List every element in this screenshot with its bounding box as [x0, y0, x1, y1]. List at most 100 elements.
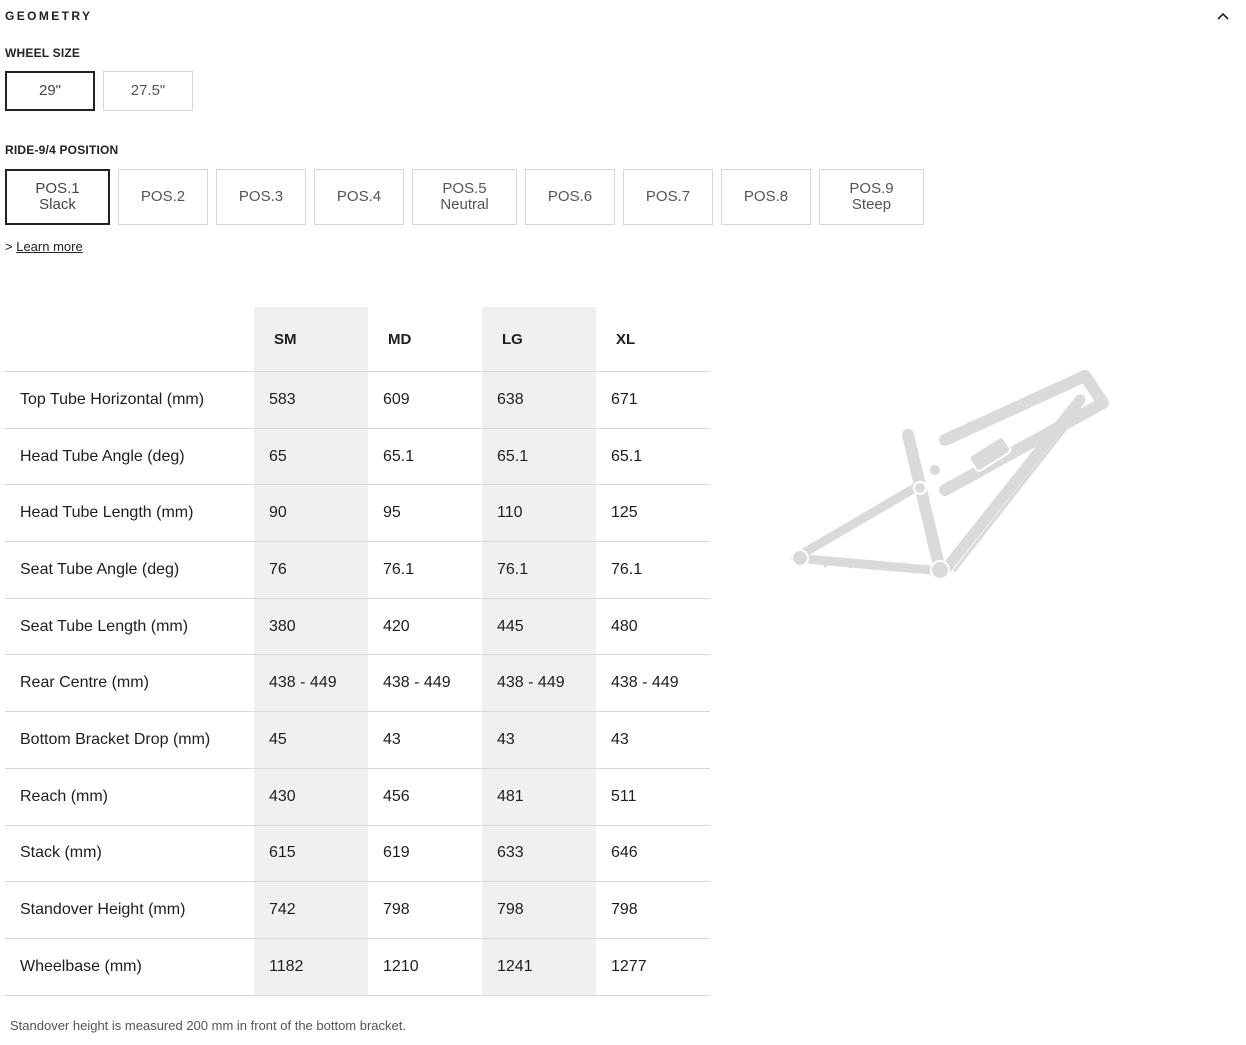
- pos-3-button[interactable]: POS.3: [216, 169, 306, 225]
- cell-sm: 65: [269, 447, 287, 465]
- position-label: RIDE-9/4 POSITION: [5, 143, 119, 157]
- cell-lg: 43: [497, 730, 515, 748]
- geometry-header[interactable]: GEOMETRY: [5, 8, 1231, 24]
- cell-md: 438 - 449: [383, 674, 451, 692]
- chevron-up-icon[interactable]: [1215, 8, 1231, 24]
- wheel-size-27-5-label: 27.5": [130, 82, 166, 99]
- cell-md: 76.1: [383, 560, 415, 578]
- row-label: Top Tube Horizontal (mm): [20, 390, 205, 408]
- cell-sm: 583: [269, 390, 296, 408]
- table-row: Wheelbase (mm) 1182 1210 1241 1277: [5, 939, 710, 996]
- bike-frame-illustration: [790, 370, 1109, 580]
- cell-lg: 110: [497, 504, 523, 522]
- row-label: Rear Centre (mm): [20, 674, 149, 692]
- pos-2-button[interactable]: POS.2: [118, 169, 208, 225]
- chevron-right-icon: >: [5, 239, 13, 254]
- cell-lg: 1241: [497, 957, 533, 975]
- section-title: GEOMETRY: [5, 9, 93, 23]
- pos-6-button[interactable]: POS.6: [525, 169, 615, 225]
- cell-xl: 438 - 449: [611, 674, 679, 692]
- cell-lg: 633: [497, 844, 524, 862]
- table-body: Top Tube Horizontal (mm) 583 609 638 671 Head…: [5, 372, 710, 996]
- pos-2-label: POS.2: [140, 188, 186, 205]
- table-row: Reach (mm) 430 456 481 511: [5, 769, 710, 826]
- table-header-row: SM MD LG XL: [5, 307, 710, 372]
- cell-lg: 481: [497, 787, 524, 805]
- cell-sm: 1182: [269, 957, 304, 975]
- wheel-size-options: 29" 27.5": [5, 71, 193, 111]
- cell-sm: 76: [269, 560, 287, 578]
- cell-md: 798: [383, 901, 410, 919]
- row-label: Reach (mm): [20, 787, 109, 805]
- table-row: Top Tube Horizontal (mm) 583 609 638 671: [5, 372, 710, 429]
- pos-1-label: POS.1: [35, 180, 80, 197]
- cell-xl: 125: [611, 504, 638, 522]
- wheel-size-27-5-button[interactable]: 27.5": [103, 71, 193, 111]
- learn-more-link[interactable]: Learn more: [16, 239, 82, 254]
- wheel-size-label: WHEEL SIZE: [5, 46, 81, 60]
- pos-3-label: POS.3: [238, 188, 284, 205]
- row-label: Head Tube Angle (deg): [20, 447, 185, 465]
- cell-md: 456: [383, 787, 410, 805]
- cell-sm: 430: [269, 787, 296, 805]
- table-row: Bottom Bracket Drop (mm) 45 43 43 43: [5, 712, 710, 769]
- pos-7-button[interactable]: POS.7: [623, 169, 713, 225]
- row-label: Stack (mm): [20, 844, 102, 862]
- table-row: Rear Centre (mm) 438 - 449 438 - 449 438 - …: [5, 655, 710, 713]
- cell-xl: 511: [611, 787, 637, 805]
- pos-5-sublabel: Neutral: [440, 196, 489, 213]
- row-label: Seat Tube Length (mm): [20, 617, 189, 635]
- cell-sm: 45: [269, 730, 287, 748]
- footnote: Standover height is measured 200 mm in f…: [10, 1018, 406, 1033]
- position-options: POS.1 Slack POS.2 POS.3 POS.4 POS.5 Neut…: [5, 169, 924, 225]
- cell-xl: 646: [611, 844, 638, 862]
- table-row: Head Tube Length (mm) 90 95 110 125: [5, 485, 710, 543]
- table-row: Standover Height (mm) 742 798 798 798: [5, 882, 710, 939]
- row-label: Bottom Bracket Drop (mm): [20, 730, 211, 748]
- pos-1-sublabel: Slack: [39, 196, 76, 213]
- wheel-size-29-button[interactable]: 29": [5, 71, 95, 111]
- cell-xl: 76.1: [611, 560, 643, 578]
- cell-lg: 638: [497, 390, 524, 408]
- cell-sm: 438 - 449: [269, 674, 337, 692]
- pos-5-label: POS.5: [442, 180, 487, 197]
- row-label: Wheelbase (mm): [20, 957, 142, 975]
- cell-sm: 615: [269, 844, 296, 862]
- row-label: Standover Height (mm): [20, 901, 186, 919]
- pos-8-label: POS.8: [743, 188, 789, 205]
- header-lg: LG: [502, 330, 523, 348]
- cell-xl: 480: [611, 617, 638, 635]
- pos-9-label: POS.9: [849, 180, 894, 197]
- row-label: Head Tube Length (mm): [20, 504, 194, 522]
- cell-xl: 671: [611, 390, 638, 408]
- pos-9-sublabel: Steep: [851, 196, 892, 213]
- cell-lg: 65.1: [497, 447, 529, 465]
- learn-more: > Learn more: [5, 239, 83, 254]
- pos-8-button[interactable]: POS.8: [721, 169, 811, 225]
- header-xl: XL: [616, 330, 636, 348]
- pos-7-label: POS.7: [645, 188, 691, 205]
- cell-md: 619: [383, 844, 410, 862]
- cell-sm: 380: [269, 617, 296, 635]
- cell-md: 43: [383, 730, 401, 748]
- pos-9-button[interactable]: POS.9 Steep: [819, 169, 924, 225]
- row-label: Seat Tube Angle (deg): [20, 560, 180, 578]
- cell-md: 609: [383, 390, 410, 408]
- wheel-size-29-label: 29": [38, 82, 61, 99]
- cell-lg: 76.1: [497, 560, 529, 578]
- cell-xl: 798: [611, 901, 638, 919]
- cell-xl: 43: [611, 730, 629, 748]
- header-md: MD: [388, 330, 412, 348]
- table-row: Stack (mm) 615 619 633 646: [5, 826, 710, 883]
- pos-1-button[interactable]: POS.1 Slack: [5, 169, 110, 225]
- cell-lg: 445: [497, 617, 524, 635]
- cell-xl: 65.1: [611, 447, 643, 465]
- cell-md: 95: [383, 504, 401, 522]
- geometry-table: SM MD LG XL Top Tube Horizontal (mm) 583 6…: [5, 307, 710, 996]
- pos-5-button[interactable]: POS.5 Neutral: [412, 169, 517, 225]
- pos-4-button[interactable]: POS.4: [314, 169, 404, 225]
- cell-lg: 798: [497, 901, 524, 919]
- table-row: Seat Tube Length (mm) 380 420 445 480: [5, 599, 710, 656]
- header-sm: SM: [274, 330, 297, 348]
- table-row: Head Tube Angle (deg) 65 65.1 65.1 65.1: [5, 429, 710, 486]
